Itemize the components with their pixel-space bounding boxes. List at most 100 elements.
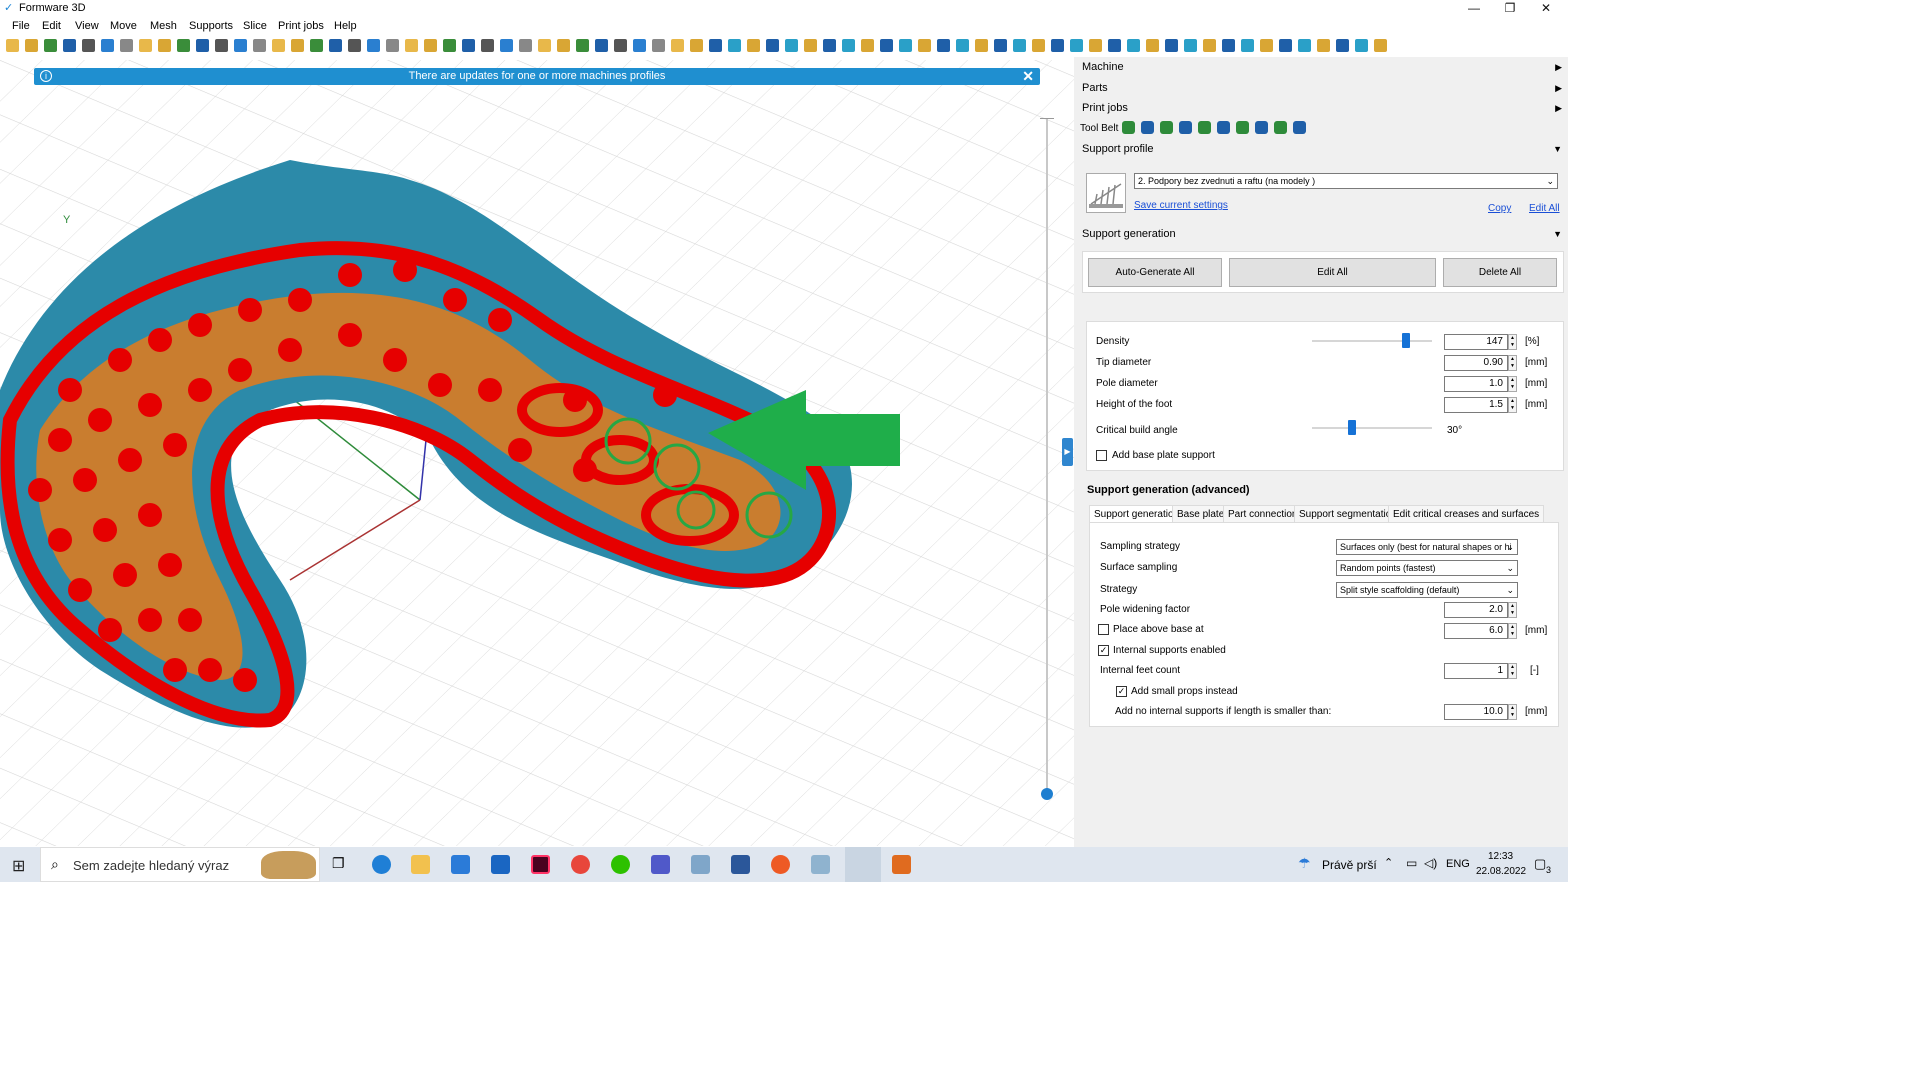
- support-tool-icon[interactable]: [1203, 39, 1216, 52]
- wireframe-icon[interactable]: [500, 39, 513, 52]
- layer-slider-knob[interactable]: [1041, 788, 1053, 800]
- sphere-icon[interactable]: [519, 39, 532, 52]
- no-internal-spinner[interactable]: ▲ ▼: [1508, 704, 1517, 720]
- place-above-base-checkbox[interactable]: [1098, 624, 1109, 635]
- auto-generate-button[interactable]: Auto-Generate All: [1088, 258, 1222, 287]
- support-tool-icon[interactable]: [1336, 39, 1349, 52]
- support-tool-icon[interactable]: [766, 39, 779, 52]
- support-tool-icon[interactable]: [1108, 39, 1121, 52]
- internal-supports-checkbox[interactable]: ✓: [1098, 645, 1109, 656]
- support-tool-icon[interactable]: [1051, 39, 1064, 52]
- collapse-arrow-icon[interactable]: ▼: [1553, 229, 1562, 239]
- close-icon[interactable]: ✕: [1022, 68, 1034, 85]
- tab-edit-critical[interactable]: Edit critical creases and surfaces: [1388, 505, 1545, 523]
- tool-belt-icon[interactable]: [1122, 121, 1135, 134]
- foot-height-spinner[interactable]: ▲ ▼: [1508, 397, 1517, 413]
- density-slider-thumb[interactable]: [1401, 333, 1410, 348]
- copy-link[interactable]: Copy: [1488, 203, 1511, 214]
- tip-diameter-spinner[interactable]: ▲ ▼: [1508, 355, 1517, 371]
- density-spinner[interactable]: ▲ ▼: [1508, 334, 1517, 350]
- place-above-base-spinner[interactable]: ▲ ▼: [1508, 623, 1517, 639]
- density-input[interactable]: 147: [1444, 334, 1508, 350]
- edge-icon[interactable]: [372, 855, 391, 874]
- support-tool-icon[interactable]: [918, 39, 931, 52]
- export-icon[interactable]: [120, 39, 133, 52]
- menu-print-jobs[interactable]: Print jobs: [278, 20, 324, 32]
- support-tool-icon[interactable]: [1241, 39, 1254, 52]
- menu-slice[interactable]: Slice: [243, 20, 267, 32]
- tool-belt-icon[interactable]: [1160, 121, 1173, 134]
- pole-widening-spinner[interactable]: ▲ ▼: [1508, 602, 1517, 618]
- section-support-generation[interactable]: Support generation: [1082, 228, 1176, 240]
- tool-belt-icon[interactable]: [1198, 121, 1211, 134]
- expand-arrow-icon[interactable]: ▶: [1555, 83, 1562, 94]
- support-icon[interactable]: [690, 39, 703, 52]
- support-icon[interactable]: [576, 39, 589, 52]
- task-view-icon[interactable]: ❐: [332, 855, 345, 872]
- pole-widening-input[interactable]: 2.0: [1444, 602, 1508, 618]
- notification-icon[interactable]: ▢: [1534, 856, 1546, 872]
- expand-arrow-icon[interactable]: ▶: [1555, 62, 1562, 73]
- zoom-icon[interactable]: [310, 39, 323, 52]
- network-icon[interactable]: ▭: [1406, 856, 1417, 870]
- volume-icon[interactable]: ◁): [1424, 856, 1437, 870]
- support-tool-icon[interactable]: [823, 39, 836, 52]
- import-icon[interactable]: [63, 39, 76, 52]
- support-tool-icon[interactable]: [1013, 39, 1026, 52]
- open-folder-icon[interactable]: [25, 39, 38, 52]
- support-tool-icon[interactable]: [709, 39, 722, 52]
- bowl-icon[interactable]: [633, 39, 646, 52]
- app-icon[interactable]: [892, 855, 911, 874]
- support-tool-icon[interactable]: [1222, 39, 1235, 52]
- support-tool-icon[interactable]: [728, 39, 741, 52]
- view-cube-icon[interactable]: [367, 39, 380, 52]
- support-icon[interactable]: [595, 39, 608, 52]
- view-cube-icon[interactable]: [386, 39, 399, 52]
- support-icon[interactable]: [557, 39, 570, 52]
- tool-belt-icon[interactable]: [1236, 121, 1249, 134]
- support-tool-icon[interactable]: [1279, 39, 1292, 52]
- scene-canvas[interactable]: Y: [0, 60, 1074, 846]
- support-tool-icon[interactable]: [956, 39, 969, 52]
- strategy-dropdown[interactable]: Split style scaffolding (default) ⌄: [1336, 582, 1518, 598]
- export-icon[interactable]: [177, 39, 190, 52]
- new-file-icon[interactable]: [6, 39, 19, 52]
- layer-slider[interactable]: [1040, 118, 1054, 800]
- internal-feet-input[interactable]: 1: [1444, 663, 1508, 679]
- support-tool-icon[interactable]: [804, 39, 817, 52]
- view-cube-icon[interactable]: [462, 39, 475, 52]
- support-tool-icon[interactable]: [1374, 39, 1387, 52]
- support-tool-icon[interactable]: [1317, 39, 1330, 52]
- support-tool-icon[interactable]: [1070, 39, 1083, 52]
- app-icon[interactable]: [771, 855, 790, 874]
- menu-view[interactable]: View: [75, 20, 99, 32]
- delete-all-button[interactable]: Delete All: [1443, 258, 1557, 287]
- section-support-profile[interactable]: Support profile: [1082, 143, 1154, 155]
- edit-all-link[interactable]: Edit All: [1529, 203, 1560, 214]
- section-print-jobs[interactable]: Print jobs: [1082, 102, 1128, 114]
- open-folder-icon[interactable]: [44, 39, 57, 52]
- gear-icon[interactable]: [158, 39, 171, 52]
- surface-sampling-dropdown[interactable]: Random points (fastest) ⌄: [1336, 560, 1518, 576]
- tool-belt-icon[interactable]: [1141, 121, 1154, 134]
- support-tool-icon[interactable]: [1146, 39, 1159, 52]
- base-plate-support-checkbox[interactable]: [1096, 450, 1107, 461]
- edit-all-button[interactable]: Edit All: [1229, 258, 1436, 287]
- tool-belt-icon[interactable]: [1179, 121, 1192, 134]
- menu-edit[interactable]: Edit: [42, 20, 61, 32]
- chevron-up-icon[interactable]: ⌃: [1384, 856, 1393, 869]
- weather-text[interactable]: Právě prší: [1322, 858, 1377, 872]
- bowl-icon[interactable]: [652, 39, 665, 52]
- no-internal-input[interactable]: 10.0: [1444, 704, 1508, 720]
- save-settings-link[interactable]: Save current settings: [1134, 200, 1228, 211]
- paint-icon[interactable]: [811, 855, 830, 874]
- printer-icon[interactable]: [139, 39, 152, 52]
- support-tool-icon[interactable]: [1032, 39, 1045, 52]
- support-tool-icon[interactable]: [1355, 39, 1368, 52]
- support-tool-icon[interactable]: [1184, 39, 1197, 52]
- support-tool-icon[interactable]: [747, 39, 760, 52]
- section-parts[interactable]: Parts: [1082, 82, 1108, 94]
- view-cube-icon[interactable]: [405, 39, 418, 52]
- red-sphere-icon[interactable]: [671, 39, 684, 52]
- app-icon[interactable]: [691, 855, 710, 874]
